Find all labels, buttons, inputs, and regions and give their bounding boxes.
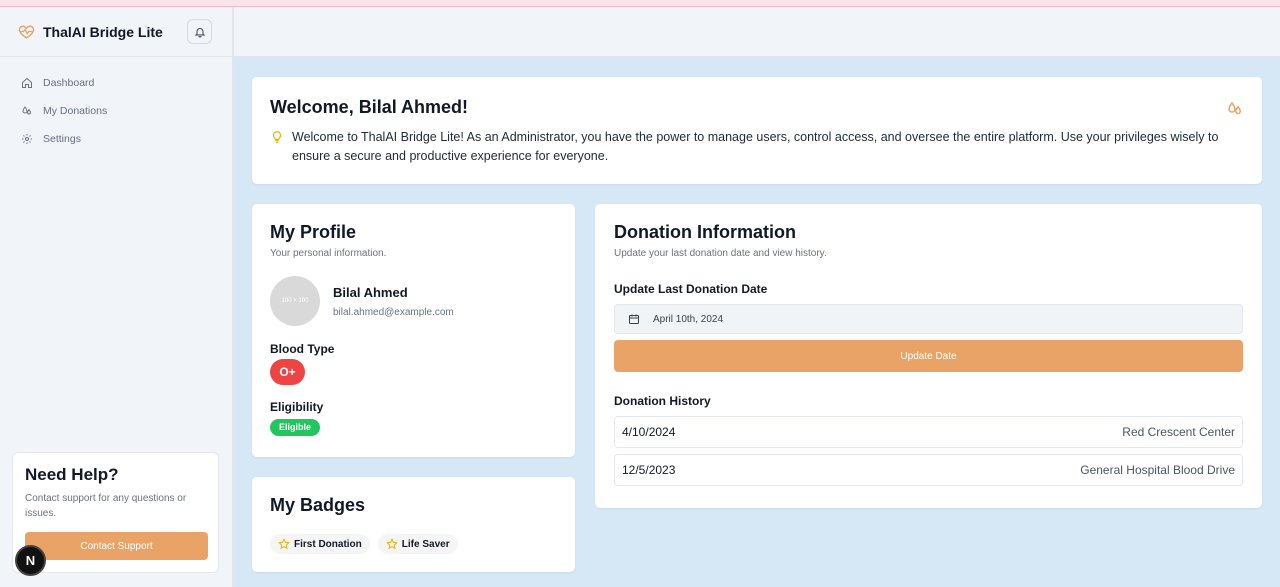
top-bar (234, 7, 1280, 57)
help-text: Contact support for any questions or iss… (25, 493, 187, 519)
donation-title: Donation Information (614, 222, 796, 242)
profile-card: My Profile Your personal information. 10… (252, 204, 575, 457)
badge-label: Life Saver (401, 538, 450, 550)
profile-subtitle: Your personal information. (270, 248, 387, 259)
app-name: ThalAI Bridge Lite (43, 23, 163, 40)
history-location: Red Crescent Center (1122, 425, 1235, 439)
sidebar-item-settings[interactable]: Settings (0, 125, 232, 153)
top-strip (0, 0, 1280, 7)
update-date-label: Update Last Donation Date (614, 282, 768, 296)
drops-icon (1228, 101, 1242, 115)
donation-card: Donation Information Update your last do… (595, 204, 1262, 508)
donation-history-label: Donation History (614, 394, 711, 408)
badge-chip: First Donation (270, 534, 370, 554)
badge-chip: Life Saver (377, 534, 458, 554)
profile-email: bilal.ahmed@example.com (333, 306, 454, 318)
blood-type-label: Blood Type (270, 342, 335, 356)
sidebar-nav: Dashboard My Donations Settings (0, 57, 232, 153)
badges-title: My Badges (270, 495, 366, 515)
welcome-title: Welcome, Bilal Ahmed! (270, 97, 469, 117)
contact-support-button[interactable]: Contact Support (25, 532, 208, 560)
profile-title: My Profile (270, 222, 357, 242)
donation-subtitle: Update your last donation date and view … (614, 248, 827, 259)
history-date: 4/10/2024 (622, 425, 676, 439)
history-row: 4/10/2024 Red Crescent Center (614, 416, 1243, 448)
eligibility-label: Eligibility (270, 400, 324, 414)
profile-header: 100 × 100 Bilal Ahmed bilal.ahmed@exampl… (270, 276, 557, 326)
calendar-icon (629, 314, 639, 324)
blood-type-section: Blood Type O+ (270, 342, 557, 385)
sidebar-item-label: Settings (43, 133, 81, 145)
eligibility-badge: Eligible (270, 419, 321, 436)
date-value: April 10th, 2024 (653, 313, 724, 325)
date-picker-input[interactable]: April 10th, 2024 (614, 304, 1243, 334)
welcome-message: Welcome to ThalAI Bridge Lite! As an Adm… (270, 128, 1244, 166)
history-location: General Hospital Blood Drive (1080, 463, 1235, 477)
badge-label: First Donation (294, 538, 362, 550)
sidebar-item-label: Dashboard (43, 77, 95, 89)
sidebar-item-label: My Donations (43, 105, 108, 117)
drops-icon (22, 106, 32, 115)
gear-icon (22, 134, 32, 144)
sidebar-item-my-donations[interactable]: My Donations (0, 97, 232, 125)
lightbulb-icon (272, 131, 282, 143)
bell-icon (194, 27, 205, 37)
home-icon (22, 77, 32, 88)
help-title: Need Help? (25, 465, 119, 484)
heart-pulse-icon (18, 25, 35, 39)
star-icon (385, 538, 398, 550)
welcome-text: Welcome to ThalAI Bridge Lite! As an Adm… (292, 130, 1219, 163)
star-icon (278, 538, 290, 550)
welcome-card: Welcome, Bilal Ahmed! Welcome to ThalAI … (252, 77, 1262, 184)
eligibility-section: Eligibility Eligible (270, 400, 557, 436)
avatar: 100 × 100 (270, 276, 320, 326)
history-row: 12/5/2023 General Hospital Blood Drive (614, 454, 1243, 486)
update-date-button[interactable]: Update Date (614, 340, 1243, 372)
brand-header: ThalAI Bridge Lite (0, 7, 232, 57)
badge-list: First Donation Life Saver (270, 534, 557, 554)
profile-identity: Bilal Ahmed bilal.ahmed@example.com (333, 285, 454, 318)
profile-name: Bilal Ahmed (333, 284, 408, 300)
sidebar-item-dashboard[interactable]: Dashboard (0, 69, 232, 97)
notifications-button[interactable] (187, 19, 212, 44)
history-date: 12/5/2023 (622, 463, 676, 477)
blood-type-badge: O+ (270, 359, 305, 385)
floating-n-badge[interactable]: N (15, 545, 46, 576)
badges-card: My Badges First Donation Life Saver (252, 477, 575, 572)
